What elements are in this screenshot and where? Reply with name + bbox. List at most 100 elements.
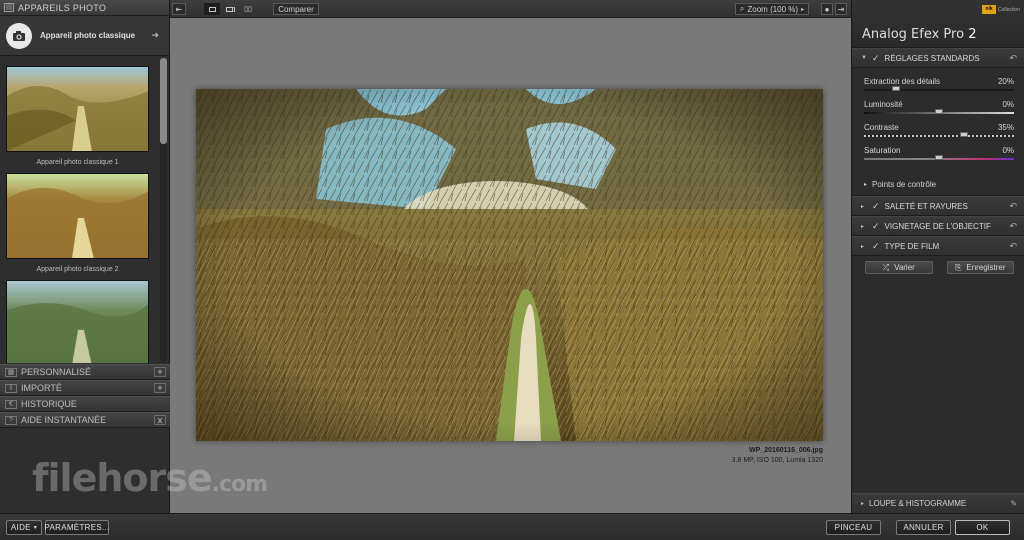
slider-handle[interactable] bbox=[935, 155, 943, 160]
checkmark-icon[interactable]: ✓ bbox=[872, 53, 880, 64]
close-help-button[interactable]: x bbox=[154, 415, 166, 425]
section-lens-vignette[interactable]: ▸ ✓ VIGNETAGE DE L'OBJECTIF ↶ bbox=[852, 216, 1024, 236]
section-label: SALETÉ ET RAYURES bbox=[884, 201, 968, 211]
brush-button[interactable]: PINCEAU bbox=[826, 520, 881, 535]
accordion-imported[interactable]: ⇩ IMPORTÉ + bbox=[0, 380, 170, 396]
accordion-history[interactable]: € HISTORIQUE bbox=[0, 396, 170, 412]
preview-image[interactable] bbox=[196, 89, 823, 441]
pin-icon[interactable]: ✎ bbox=[1010, 499, 1017, 508]
compare-button[interactable]: Comparer bbox=[273, 3, 319, 15]
camera-category-icon: ▤ bbox=[4, 3, 14, 12]
loupe-histogram-section[interactable]: ▸ LOUPE & HISTOGRAMME ✎ bbox=[852, 493, 1024, 513]
arrow-right-icon[interactable]: ➜ bbox=[151, 30, 159, 41]
section-label: VIGNETAGE DE L'OBJECTIF bbox=[884, 221, 991, 231]
thumbnails-scrollbar[interactable] bbox=[160, 58, 167, 362]
preview-photo bbox=[196, 89, 823, 441]
side-by-side-icon: ▯▯ bbox=[244, 6, 252, 13]
cancel-button[interactable]: ANNULER bbox=[896, 520, 951, 535]
reset-icon[interactable]: ↶ bbox=[1009, 53, 1017, 64]
accordion-history-label: HISTORIQUE bbox=[21, 399, 77, 409]
scrollbar-thumb[interactable] bbox=[160, 58, 167, 144]
checkmark-icon[interactable]: ✓ bbox=[872, 201, 880, 212]
preset-thumbnail-1[interactable]: Appareil photo classique 1 bbox=[6, 66, 149, 166]
slider-contrast[interactable]: Contraste 35% bbox=[864, 120, 1014, 143]
preset-thumbnail-3[interactable] bbox=[6, 280, 149, 363]
product-version: 2 bbox=[968, 27, 977, 42]
image-canvas[interactable]: WP_20160116_006.jpg 3.8 MP, ISO 100, Lum… bbox=[170, 18, 851, 513]
control-points-toggle[interactable]: ▸ Points de contrôle bbox=[852, 174, 1024, 196]
slider-saturation[interactable]: Saturation 0% bbox=[864, 143, 1014, 166]
control-points-label: Points de contrôle bbox=[872, 180, 937, 189]
reset-icon[interactable]: ↶ bbox=[1009, 221, 1017, 232]
slider-label: Extraction des détails bbox=[864, 77, 941, 86]
preset-thumbnail-caption: Appareil photo classique 2 bbox=[36, 266, 119, 273]
preset-actions: ⤮ Varier ⎘ Enregistrer bbox=[852, 256, 1024, 274]
checkmark-icon[interactable]: ✓ bbox=[872, 221, 880, 232]
save-label: Enregistrer bbox=[966, 263, 1006, 272]
product-title: Analog Efex Pro 2 bbox=[862, 27, 976, 42]
top-toolbar: ⇤ ▯▯ Comparer ⌕ Zoom (100 %) ▸ ● ⇥ bbox=[170, 0, 851, 18]
shuffle-icon: ⤮ bbox=[882, 262, 890, 272]
single-view-icon bbox=[208, 6, 216, 12]
split-view-button[interactable] bbox=[222, 3, 238, 15]
ok-button[interactable]: OK bbox=[955, 520, 1010, 535]
side-by-side-button[interactable]: ▯▯ bbox=[240, 3, 256, 15]
slider-handle[interactable] bbox=[935, 109, 943, 114]
expand-right-icon[interactable]: ▸ bbox=[861, 203, 867, 210]
history-icon: € bbox=[5, 399, 17, 409]
slider-label: Luminosité bbox=[864, 100, 903, 109]
slider-brightness[interactable]: Luminosité 0% bbox=[864, 97, 1014, 120]
slider-value: 0% bbox=[1002, 100, 1014, 109]
bottom-bar: AIDE ▾ PARAMÈTRES... PINCEAU ANNULER OK bbox=[0, 513, 1024, 540]
preset-thumbnail-2[interactable]: Appareil photo classique 2 bbox=[6, 173, 149, 273]
single-view-button[interactable] bbox=[204, 3, 220, 15]
expand-right-icon[interactable]: ▸ bbox=[861, 223, 867, 230]
toggle-right-panel-button[interactable]: ⇥ bbox=[835, 3, 847, 15]
accordion-imported-label: IMPORTÉ bbox=[21, 383, 62, 393]
slider-label: Saturation bbox=[864, 146, 901, 155]
add-custom-button[interactable]: + bbox=[154, 367, 166, 377]
reset-icon[interactable]: ↶ bbox=[1009, 241, 1017, 252]
settings-button[interactable]: PARAMÈTRES... bbox=[44, 520, 109, 535]
loupe-label: LOUPE & HISTOGRAMME bbox=[869, 499, 967, 508]
slider-track[interactable] bbox=[864, 135, 1014, 137]
section-film-type[interactable]: ▸ ✓ TYPE DE FILM ↶ bbox=[852, 236, 1024, 256]
preset-thumbnail-image bbox=[6, 280, 149, 363]
brand: nik Collection bbox=[982, 5, 1020, 14]
slider-detail-extraction[interactable]: Extraction des détails 20% bbox=[864, 74, 1014, 97]
presets-header[interactable]: ▤ APPAREILS PHOTO bbox=[0, 0, 169, 16]
preset-name: Appareil photo classique bbox=[40, 31, 136, 40]
help-label: AIDE bbox=[10, 523, 31, 532]
slider-track[interactable] bbox=[864, 89, 1014, 91]
section-standard-settings[interactable]: ▼ ✓ RÉGLAGES STANDARDS ↶ bbox=[852, 48, 1024, 68]
preset-thumbnail-image bbox=[6, 173, 149, 259]
accordion-custom[interactable]: ▦ PERSONNALISÉ + bbox=[0, 364, 170, 380]
preset-selector[interactable]: Appareil photo classique ➜ bbox=[0, 16, 169, 56]
section-label: TYPE DE FILM bbox=[884, 241, 940, 251]
slider-handle[interactable] bbox=[960, 132, 968, 137]
slider-value: 0% bbox=[1002, 146, 1014, 155]
expand-right-icon[interactable]: ▸ bbox=[861, 243, 867, 250]
accordion-custom-label: PERSONNALISÉ bbox=[21, 367, 92, 377]
preset-thumbnail-image bbox=[6, 66, 149, 152]
add-import-button[interactable]: + bbox=[154, 383, 166, 393]
camera-icon bbox=[6, 22, 32, 49]
save-preset-button[interactable]: ⎘ Enregistrer bbox=[946, 261, 1014, 274]
accordion-help[interactable]: ? AIDE INSTANTANÉE x bbox=[0, 412, 170, 428]
checkmark-icon[interactable]: ✓ bbox=[872, 241, 880, 252]
watermark-text: filehorse bbox=[32, 456, 213, 500]
watermark: filehorse.com bbox=[32, 456, 268, 500]
section-dirt-scratches[interactable]: ▸ ✓ SALETÉ ET RAYURES ↶ bbox=[852, 196, 1024, 216]
image-details: 3.8 MP, ISO 100, Lumia 1320 bbox=[731, 457, 823, 464]
expand-down-icon[interactable]: ▼ bbox=[861, 55, 867, 61]
lightbulb-icon: ● bbox=[824, 4, 830, 14]
slider-handle[interactable] bbox=[892, 86, 900, 91]
toggle-left-panel-button[interactable]: ⇤ bbox=[172, 3, 186, 15]
help-button[interactable]: AIDE ▾ bbox=[6, 520, 42, 535]
reset-icon[interactable]: ↶ bbox=[1009, 201, 1017, 212]
bg-color-button[interactable]: ● bbox=[821, 3, 833, 15]
nik-logo: nik bbox=[982, 5, 997, 14]
panel-toggle-right-icon: ⇥ bbox=[837, 4, 845, 14]
zoom-dropdown[interactable]: ⌕ Zoom (100 %) ▸ bbox=[735, 3, 809, 15]
vary-button[interactable]: ⤮ Varier bbox=[865, 261, 933, 274]
